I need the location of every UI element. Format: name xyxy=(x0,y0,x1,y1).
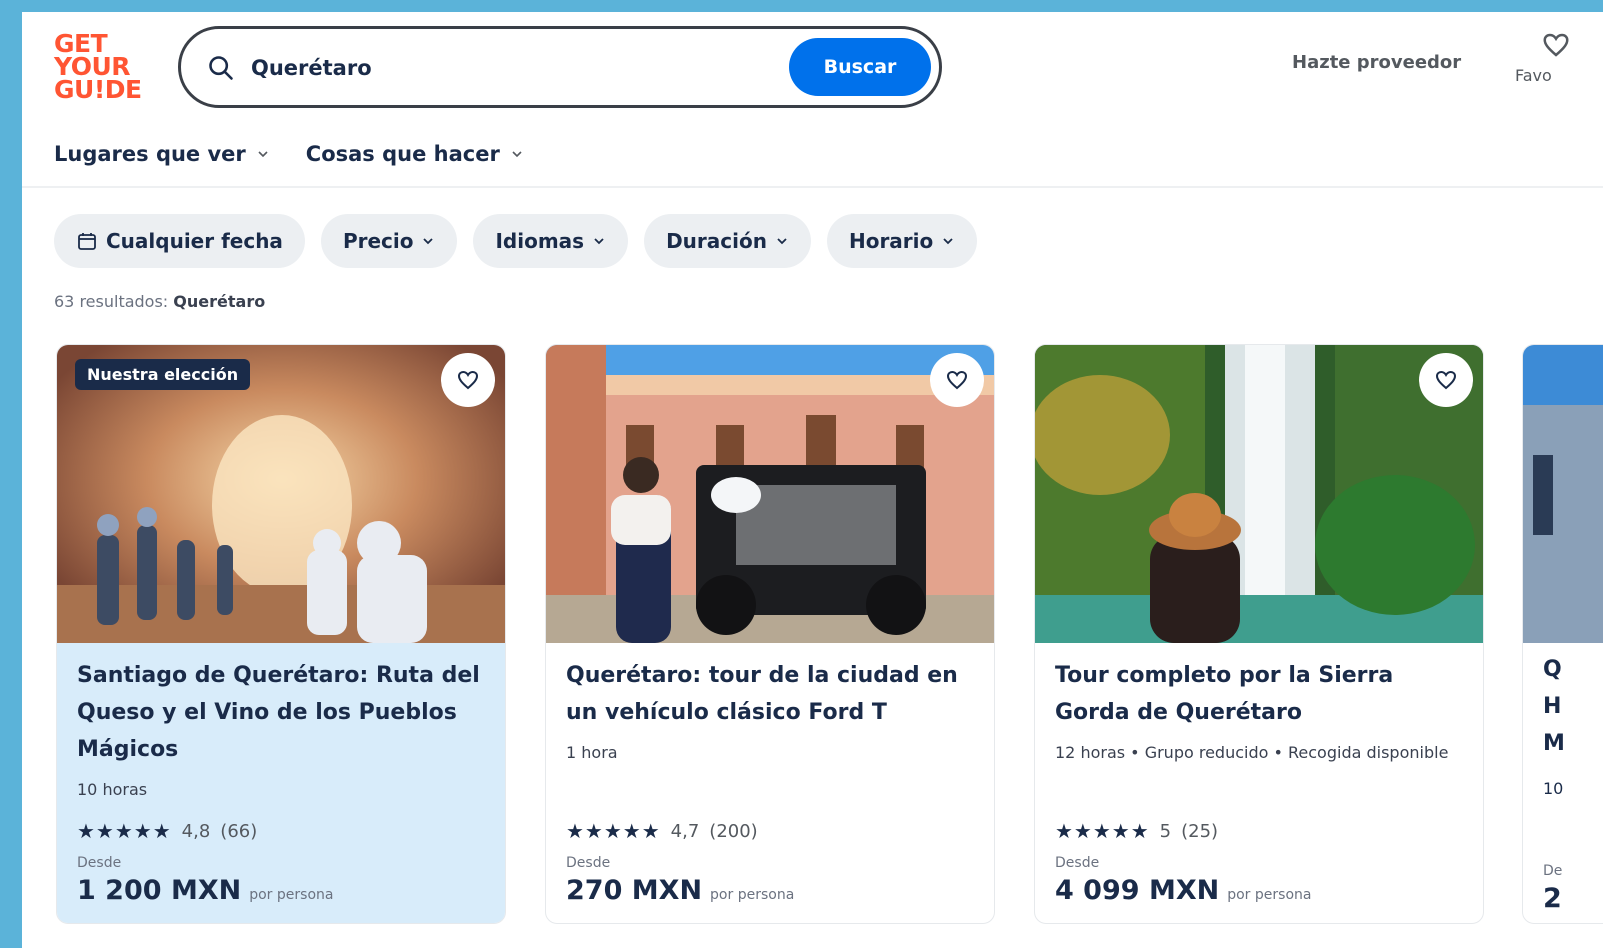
filter-duration[interactable]: Duración xyxy=(644,214,811,268)
rating-row: ★★★★★ 4,7 (200) xyxy=(566,819,758,843)
calendar-icon xyxy=(78,233,96,250)
search-bar: Buscar xyxy=(178,26,942,108)
rating-row: ★★★★★ 5 (25) xyxy=(1055,819,1218,843)
filter-date[interactable]: Cualquier fecha xyxy=(54,214,305,268)
results-query: Querétaro xyxy=(173,292,266,311)
review-count: (25) xyxy=(1181,820,1219,842)
chevron-down-icon xyxy=(594,238,604,245)
ford-t-image xyxy=(546,345,994,643)
logo[interactable]: GET YOUR GU!DE xyxy=(54,31,154,104)
nav-item-label: Cosas que hacer xyxy=(305,142,500,166)
review-count: (200) xyxy=(709,820,758,842)
rating-value: 4,7 xyxy=(670,820,700,842)
price-unit: por persona xyxy=(1227,887,1312,903)
results-count-text: 63 resultados: xyxy=(54,292,169,311)
star-rating-icon: ★★★★★ xyxy=(77,819,172,843)
results-count: 63 resultados: Querétaro xyxy=(54,292,265,311)
activity-card[interactable]: Tour completo por la Sierra Gorda de Que… xyxy=(1034,344,1484,924)
chevron-down-icon xyxy=(423,238,434,245)
wishlist-button[interactable] xyxy=(1419,353,1473,407)
filter-label: Duración xyxy=(666,229,767,253)
card-meta: 12 horas • Grupo reducido • Recogida dis… xyxy=(1055,743,1449,762)
price-from-label: Desde xyxy=(77,855,122,871)
nav-item-things-to-do[interactable]: Cosas que hacer xyxy=(306,142,524,166)
waterfall-image xyxy=(1035,345,1483,643)
wishlist-button[interactable] xyxy=(441,353,495,407)
card-body: Tour completo por la Sierra Gorda de Que… xyxy=(1035,643,1483,923)
partial-card-from: De xyxy=(1543,863,1563,879)
chevron-down-icon xyxy=(258,151,268,158)
chevron-down-icon xyxy=(512,151,522,158)
price: 1 200 MXN xyxy=(77,875,242,906)
price-unit: por persona xyxy=(710,887,795,903)
main-nav: Lugares que ver Cosas que hacer xyxy=(54,142,524,166)
partial-card-meta: 10 xyxy=(1543,779,1564,798)
heart-icon xyxy=(1543,33,1569,57)
chevron-down-icon xyxy=(777,238,787,245)
partial-card-title-line: Q xyxy=(1543,657,1562,682)
price-row: 1 200 MXN por persona xyxy=(77,875,333,906)
header-divider xyxy=(22,186,1603,188)
card-title[interactable]: Querétaro: tour de la ciudad en un vehíc… xyxy=(566,657,974,731)
card-body: Santiago de Querétaro: Ruta del Queso y … xyxy=(57,643,505,923)
activity-card[interactable]: Nuestra elección Santiago de Querétaro: … xyxy=(56,344,506,924)
partial-card-price: 2 xyxy=(1543,883,1562,914)
price-from-label: Desde xyxy=(1055,855,1100,871)
become-provider-link[interactable]: Hazte proveedor xyxy=(1292,52,1461,73)
search-input[interactable] xyxy=(251,49,771,87)
rating-value: 4,8 xyxy=(181,820,211,842)
heart-icon xyxy=(457,370,479,390)
card-meta: 1 hora xyxy=(566,743,618,762)
partial-card-title-line: M xyxy=(1543,731,1565,756)
filter-schedule[interactable]: Horario xyxy=(826,214,978,268)
card-body: Querétaro: tour de la ciudad en un vehíc… xyxy=(546,643,994,923)
card-image-tunnel[interactable]: Nuestra elección xyxy=(57,345,505,643)
favorites-label: Favo xyxy=(1515,66,1552,85)
activity-card-partial[interactable]: Q H M 10 De 2 xyxy=(1522,344,1603,924)
filter-label: Cualquier fecha xyxy=(106,229,283,253)
nav-item-label: Lugares que ver xyxy=(54,142,246,166)
filter-label: Horario xyxy=(848,229,934,253)
logo-line: GU!DE xyxy=(54,75,142,104)
card-image-ford-t[interactable] xyxy=(546,345,994,643)
price: 4 099 MXN xyxy=(1055,875,1220,906)
star-rating-icon: ★★★★★ xyxy=(566,819,661,843)
page: GET YOUR GU!DE Buscar Hazte proveedor Fa… xyxy=(22,12,1603,948)
filter-price[interactable]: Precio xyxy=(320,214,458,268)
filter-bar: Cualquier fecha Precio Idiomas Duración … xyxy=(54,214,978,268)
card-meta: 10 horas xyxy=(77,780,148,799)
heart-icon xyxy=(946,370,968,390)
favorites-button[interactable]: Favo xyxy=(1515,30,1585,85)
partial-card-image xyxy=(1523,345,1603,643)
filter-label: Precio xyxy=(342,229,414,253)
search-button[interactable]: Buscar xyxy=(789,38,931,96)
search-icon xyxy=(209,56,233,80)
filter-languages[interactable]: Idiomas xyxy=(473,214,629,268)
star-rating-icon: ★★★★★ xyxy=(1055,819,1150,843)
activity-card[interactable]: Querétaro: tour de la ciudad en un vehíc… xyxy=(545,344,995,924)
partial-card-title-line: H xyxy=(1543,694,1562,719)
price-from-label: Desde xyxy=(566,855,611,871)
rating-value: 5 xyxy=(1159,820,1172,842)
rating-row: ★★★★★ 4,8 (66) xyxy=(77,819,257,843)
review-count: (66) xyxy=(220,820,258,842)
price: 270 MXN xyxy=(566,875,703,906)
card-image-waterfall[interactable] xyxy=(1035,345,1483,643)
wishlist-button[interactable] xyxy=(930,353,984,407)
card-title[interactable]: Tour completo por la Sierra Gorda de Que… xyxy=(1055,657,1463,731)
price-unit: por persona xyxy=(249,887,334,903)
our-choice-badge: Nuestra elección xyxy=(75,359,251,390)
heart-icon xyxy=(1435,370,1457,390)
price-row: 270 MXN por persona xyxy=(566,875,794,906)
filter-label: Idiomas xyxy=(495,229,585,253)
nav-item-places[interactable]: Lugares que ver xyxy=(54,142,270,166)
price-row: 4 099 MXN por persona xyxy=(1055,875,1311,906)
chevron-down-icon xyxy=(943,238,953,245)
card-title[interactable]: Santiago de Querétaro: Ruta del Queso y … xyxy=(77,657,485,768)
